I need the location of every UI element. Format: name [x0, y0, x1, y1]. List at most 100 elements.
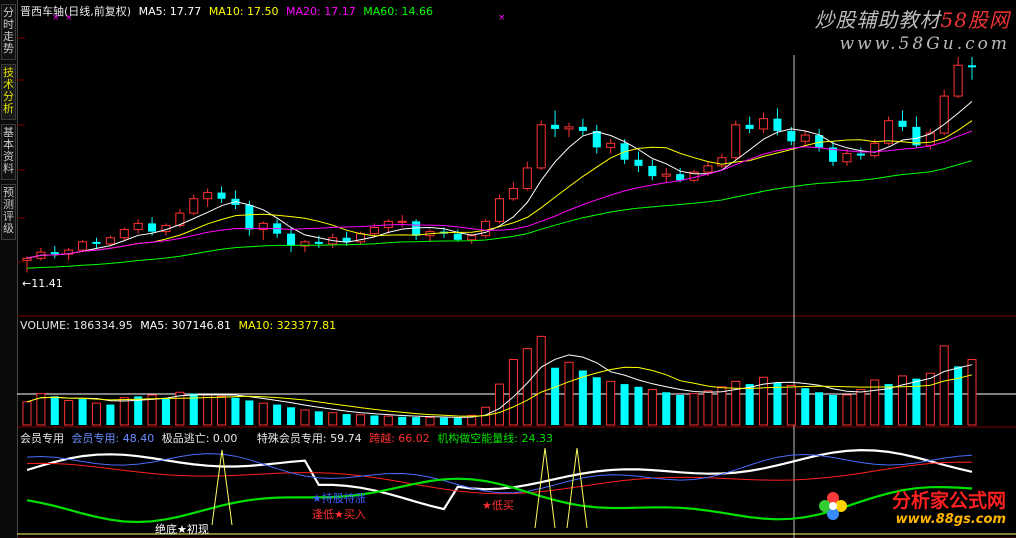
signal-marker: ×: [498, 13, 506, 23]
candle-body: [287, 233, 296, 246]
candle-body: [453, 233, 462, 240]
volume-bar: [592, 377, 601, 425]
indicator-spike: [211, 449, 233, 526]
volume-bar: [508, 359, 518, 426]
volume-bar: [662, 392, 671, 425]
volume-bar: [342, 414, 351, 425]
candle-body: [203, 192, 213, 200]
vol-ma10-label: MA10: 323377.81: [238, 319, 337, 332]
volume-bar: [258, 402, 268, 426]
candle-body: [536, 124, 546, 169]
candle-body: [78, 241, 88, 251]
candle-body: [105, 237, 115, 245]
volume-label: VOLUME: 186334.95: [20, 319, 133, 332]
volume-bar: [773, 382, 782, 425]
volume-bar: [175, 391, 185, 426]
volume-bar: [815, 392, 824, 425]
candle-body: [703, 165, 713, 173]
tab-intraday[interactable]: 分时走势: [1, 4, 16, 60]
watermark-58gu: 炒股辅助教材58股网 www.58Gu.com: [785, 4, 1010, 56]
volume-bar: [106, 404, 115, 425]
low-price-marker: ←11.41: [22, 277, 63, 290]
candle-body: [884, 120, 894, 144]
annotation-hold: ★持股待涨: [312, 492, 366, 505]
candle-body: [564, 126, 574, 130]
candle-body: [217, 192, 226, 199]
volume-bar: [717, 386, 727, 426]
volume-bar: [287, 407, 296, 425]
volume-bar: [536, 335, 546, 426]
candle-body: [606, 142, 616, 148]
volume-bar: [634, 386, 643, 425]
volume-bar: [856, 389, 866, 426]
candle-body: [787, 130, 796, 142]
tab-technical-analysis[interactable]: 技术分析: [1, 64, 16, 120]
watermark-bottom-url: www.88gs.com: [895, 512, 1006, 527]
volume-bar: [912, 378, 921, 425]
volume-bar: [328, 412, 338, 426]
ma10-label: MA10: 17.50: [208, 5, 279, 18]
left-tab-bar: 分时走势 技术分析 基本资料 预测评级: [0, 0, 18, 538]
volume-bar: [453, 417, 462, 425]
candle-body: [648, 165, 657, 177]
volume-bar: [370, 415, 379, 425]
candle-body: [634, 159, 643, 166]
volume-bar: [64, 399, 74, 426]
kline-chart[interactable]: × × ×: [17, 0, 1016, 538]
volume-bar: [620, 384, 629, 425]
candle-body: [842, 153, 852, 163]
watermark-bottom-brand: 分析家公式网: [891, 490, 1006, 512]
candle-body: [759, 118, 769, 130]
stock-title: 晋西车轴(日线,前复权): [20, 5, 132, 18]
volume-bar: [703, 390, 713, 426]
tab-fundamentals[interactable]: 基本资料: [1, 124, 16, 180]
watermark-top-brand: 炒股辅助教材58股网: [815, 4, 1010, 33]
volume-bar: [231, 397, 240, 425]
indicator-spike: [534, 447, 556, 529]
candle-body: [773, 118, 782, 131]
volume-header: VOLUME: 186334.95 MA5: 307146.81 MA10: 3…: [20, 319, 340, 332]
ma10-line: [26, 120, 973, 259]
candle-body: [50, 252, 59, 255]
tab-fundamentals-label: 基本资料: [3, 126, 14, 175]
candle-body: [481, 220, 491, 237]
watermark-top-url: www.58Gu.com: [839, 34, 1010, 54]
volume-bar: [412, 417, 421, 425]
volume-bar: [551, 367, 560, 425]
annotation-bottom-appears: 绝底★初现: [155, 523, 209, 536]
candle-body: [592, 130, 601, 148]
volume-bar: [494, 383, 505, 426]
candle-body: [148, 223, 157, 232]
tab-forecast-rating[interactable]: 预测评级: [1, 184, 16, 240]
candle-body: [939, 95, 949, 134]
ma5-line: [26, 101, 973, 259]
tab-technical-label: 技术分析: [3, 66, 14, 115]
candle-body: [467, 235, 477, 241]
volume-bar: [967, 359, 977, 426]
candle-body: [745, 124, 754, 129]
volume-bar: [119, 397, 129, 426]
wm-brand-accent: 58股网: [940, 8, 1010, 32]
ma20-label: MA20: 17.17: [286, 5, 356, 18]
volume-bar: [689, 393, 699, 426]
candle-body: [189, 198, 199, 214]
candle-body: [342, 237, 351, 242]
volume-bar: [217, 395, 227, 426]
volume-bar: [50, 396, 59, 425]
volume-bar: [564, 361, 574, 426]
candle-body: [133, 222, 143, 231]
jump-value: 跨越: 66.02: [369, 432, 430, 445]
member-value: 会员专用: 48.40: [71, 432, 155, 445]
volume-bar: [161, 397, 171, 425]
volume-bar: [245, 400, 254, 425]
annotation-low-buy: 逢低★买入: [312, 508, 366, 521]
volume-bar: [786, 384, 796, 426]
volume-bar: [842, 394, 852, 426]
volume-bar: [939, 345, 949, 426]
escape-value: 极品逃亡: 0.00: [161, 432, 238, 445]
candle-body: [369, 227, 379, 235]
candle-body: [898, 120, 907, 127]
volume-bar: [676, 395, 685, 425]
tab-forecast-label: 预测评级: [3, 186, 14, 235]
tab-intraday-label: 分时走势: [3, 6, 14, 55]
